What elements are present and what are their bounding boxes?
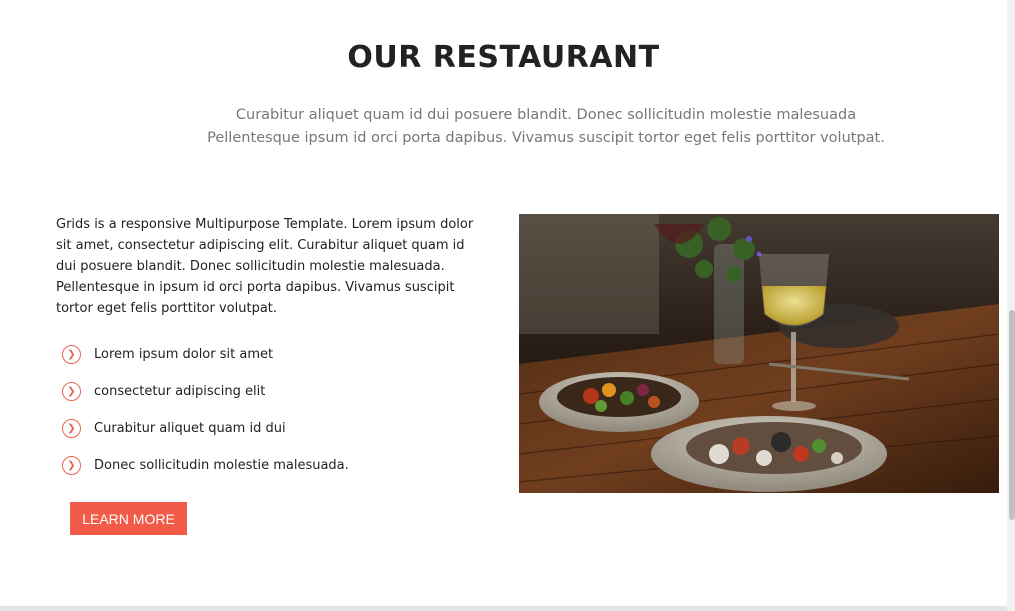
feature-item: ❯ Curabitur aliquet quam id dui: [62, 410, 349, 447]
section-body-text: Grids is a responsive Multipurpose Templ…: [56, 217, 474, 316]
feature-list: ❯ Lorem ipsum dolor sit amet ❯ consectet…: [62, 336, 349, 484]
feature-label: Curabitur aliquet quam id dui: [94, 421, 286, 436]
section-title: OUR RESTAURANT: [347, 40, 660, 75]
feature-item: ❯ Lorem ipsum dolor sit amet: [62, 336, 349, 373]
chevron-right-circle-icon: ❯: [62, 456, 81, 475]
feature-label: Donec sollicitudin molestie malesuada.: [94, 458, 349, 473]
feature-label: Lorem ipsum dolor sit amet: [94, 347, 274, 362]
section-bottom-border: [0, 606, 1007, 611]
restaurant-section: OUR RESTAURANT Curabitur aliquet quam id…: [0, 0, 1007, 611]
chevron-right-circle-icon: ❯: [62, 419, 81, 438]
restaurant-photo: [519, 214, 999, 493]
section-intro: Curabitur aliquet quam id dui posuere bl…: [207, 107, 885, 146]
feature-label: consectetur adipiscing elit: [94, 384, 266, 399]
chevron-right-circle-icon: ❯: [62, 382, 81, 401]
feature-item: ❯ Donec sollicitudin molestie malesuada.: [62, 447, 349, 484]
feature-item: ❯ consectetur adipiscing elit: [62, 373, 349, 410]
chevron-right-circle-icon: ❯: [62, 345, 81, 364]
learn-more-button[interactable]: LEARN MORE: [70, 502, 187, 535]
page-scrollbar-thumb[interactable]: [1009, 310, 1015, 520]
